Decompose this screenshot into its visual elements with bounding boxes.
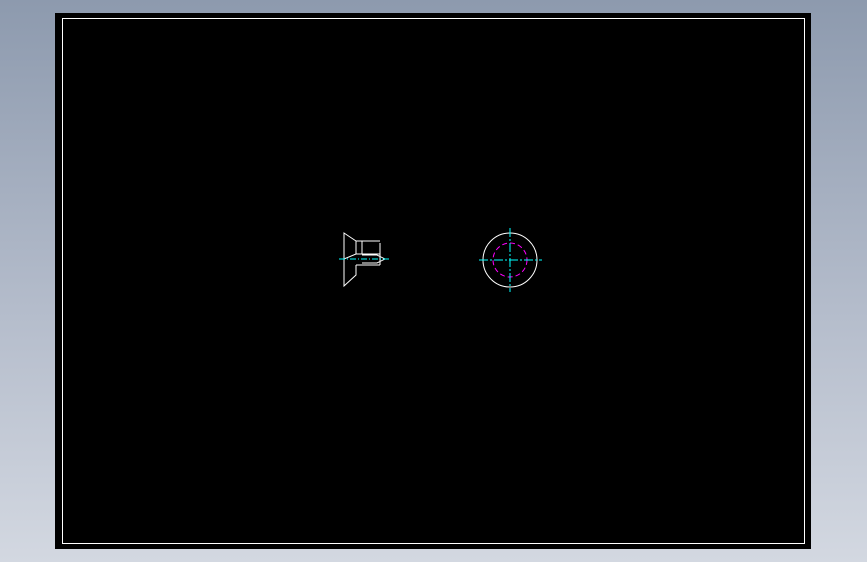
screw-head-outline [343,232,357,260]
cad-drawing-canvas [62,18,805,544]
screw-lower-head-outline [343,259,357,288]
drawing-frame [62,18,805,544]
screw-front-view [479,228,542,292]
drawing-sheet [55,13,811,549]
